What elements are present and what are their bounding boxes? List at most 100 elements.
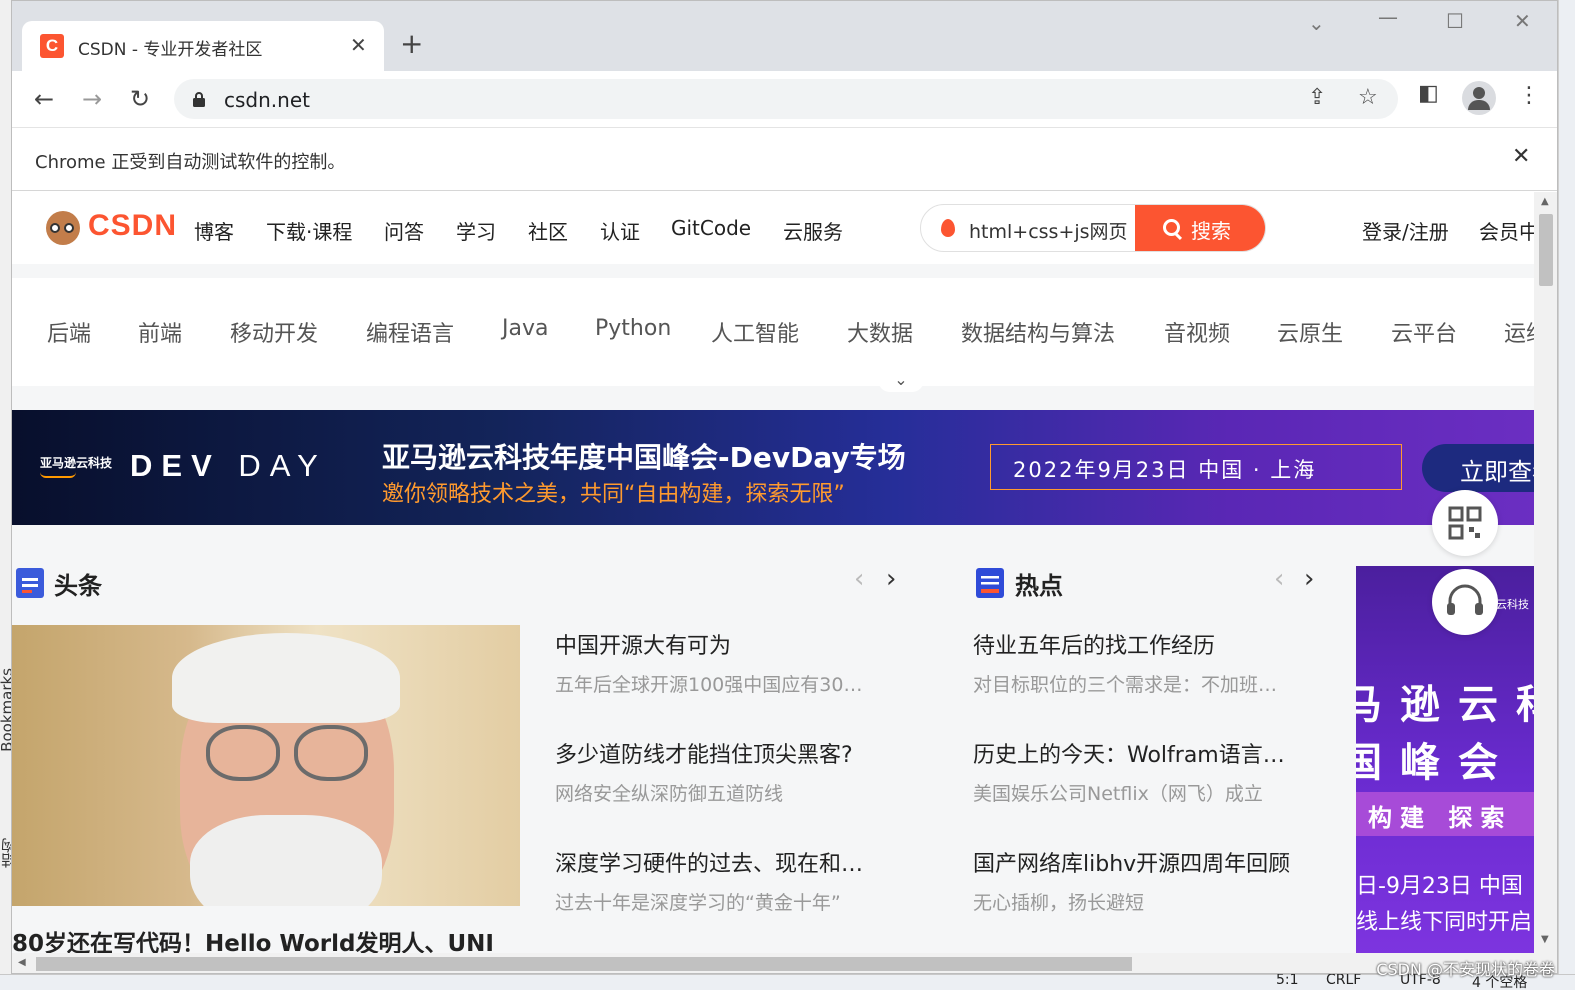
- close-window-button[interactable]: ✕: [1514, 9, 1531, 33]
- hot-item-title[interactable]: 国产网络库libhv开源四周年回顾: [973, 846, 1290, 878]
- forward-icon[interactable]: →: [76, 83, 108, 115]
- url-text: csdn.net: [224, 88, 310, 112]
- reload-icon[interactable]: ↻: [124, 83, 156, 115]
- login-link[interactable]: 登录/注册: [1362, 216, 1449, 245]
- scroll-up-icon[interactable]: ▲: [1541, 196, 1549, 207]
- search-button[interactable]: 搜索: [1135, 205, 1265, 251]
- cat-av[interactable]: 音视频: [1164, 316, 1230, 348]
- ide-status-line-ending[interactable]: CRLF: [1326, 972, 1361, 988]
- banner-devday: DEV DAY: [130, 448, 327, 484]
- csdn-favicon-icon: C: [40, 34, 64, 58]
- cat-cloud-native[interactable]: 云原生: [1277, 316, 1343, 348]
- scroll-down-icon[interactable]: ▼: [1541, 934, 1549, 945]
- banner-date: 2022年9月23日 中国 · 上海: [990, 444, 1402, 490]
- cat-backend[interactable]: 后端: [47, 316, 91, 348]
- browser-toolbar: ← → ↻ csdn.net ⇪ ☆ ◧ ⋮: [12, 71, 1557, 126]
- page-viewport: CSDN 博客 下载·课程 问答 学习 社区 认证 GitCode 云服务 ht…: [12, 192, 1534, 953]
- vertical-scroll-thumb[interactable]: [1539, 214, 1553, 286]
- side-ad-line1: 日-9月23日 中国: [1356, 874, 1523, 899]
- cat-languages[interactable]: 编程语言: [366, 316, 454, 348]
- nav-learn[interactable]: 学习: [456, 216, 496, 245]
- member-link[interactable]: 会员中心: [1479, 216, 1534, 245]
- cat-ops[interactable]: 运维: [1504, 316, 1534, 348]
- profile-icon[interactable]: [1462, 81, 1496, 115]
- headline-item-title[interactable]: 深度学习硬件的过去、现在和…: [555, 846, 863, 878]
- minimize-button[interactable]: —: [1378, 5, 1398, 29]
- cat-frontend[interactable]: 前端: [138, 316, 182, 348]
- ide-right-strip: [1558, 0, 1575, 990]
- side-ad-strip: 构建 探索: [1356, 792, 1534, 836]
- hot-item-title[interactable]: 待业五年后的找工作经历: [973, 628, 1215, 660]
- sidepanel-icon[interactable]: ◧: [1418, 81, 1439, 106]
- back-icon[interactable]: ←: [28, 83, 60, 115]
- devday-banner[interactable]: 亚马逊云科技 DEV DAY 亚马逊云科技年度中国峰会-DevDay专场 邀你领…: [12, 410, 1534, 525]
- new-tab-button[interactable]: +: [400, 29, 423, 59]
- menu-icon[interactable]: ⋮: [1518, 83, 1540, 108]
- hot-list-icon: [976, 568, 1004, 598]
- search-button-label: 搜索: [1191, 219, 1231, 243]
- hot-next-chevron-icon[interactable]: ›: [1304, 564, 1314, 594]
- hot-section-title: 热点: [1015, 572, 1063, 600]
- side-ad-row1: 马逊云科: [1356, 682, 1534, 728]
- search-icon: [1163, 219, 1180, 236]
- site-search: html+css+js网页 搜索: [920, 204, 1266, 252]
- watermark: CSDN @不安现状的卷卷: [1376, 960, 1555, 979]
- cat-algorithms[interactable]: 数据结构与算法: [961, 316, 1115, 348]
- horizontal-scroll-thumb[interactable]: [36, 957, 1132, 971]
- nav-download-course[interactable]: 下载·课程: [266, 216, 352, 245]
- expand-categories-chevron-icon[interactable]: ⌄: [878, 370, 924, 392]
- maximize-button[interactable]: ☐: [1446, 9, 1464, 33]
- cat-bigdata[interactable]: 大数据: [847, 316, 913, 348]
- star-icon[interactable]: ☆: [1358, 85, 1378, 110]
- hot-item-title[interactable]: 历史上的今天：Wolfram语言…: [973, 737, 1285, 769]
- qrcode-icon: [1448, 506, 1482, 540]
- browser-window: C CSDN - 专业开发者社区 ✕ + ⌄ — ☐ ✕ ← → ↻ csdn.…: [11, 0, 1558, 974]
- headline-photo-caption[interactable]: 80岁还在写代码！Hello World发明人、UNI: [12, 924, 494, 953]
- share-icon[interactable]: ⇪: [1308, 85, 1326, 110]
- side-ad-strip-text: 构建 探索: [1368, 804, 1513, 832]
- banner-dev-word: DEV: [130, 448, 221, 483]
- headline-photo[interactable]: [12, 625, 520, 906]
- infobar-text: Chrome 正受到自动测试软件的控制。: [35, 152, 346, 173]
- side-ad-line2: 线上线下同时开启: [1356, 910, 1533, 935]
- nav-cert[interactable]: 认证: [600, 216, 640, 245]
- cat-python[interactable]: Python: [595, 316, 671, 341]
- address-bar[interactable]: csdn.net ⇪ ☆: [174, 79, 1398, 119]
- scroll-left-icon[interactable]: ◀: [18, 957, 26, 968]
- cat-java[interactable]: Java: [502, 316, 548, 341]
- flame-icon: [941, 219, 955, 237]
- cat-cloud-platform[interactable]: 云平台: [1391, 316, 1457, 348]
- logo-mascot-icon: [46, 211, 80, 245]
- headline-item-title[interactable]: 中国开源大有可为: [555, 628, 731, 660]
- banner-cta-button[interactable]: 立即查看: [1422, 444, 1534, 492]
- nav-community[interactable]: 社区: [528, 216, 568, 245]
- tab-search-icon[interactable]: ⌄: [1308, 11, 1325, 35]
- headline-item-title[interactable]: 多少道防线才能挡住顶尖黑客?: [555, 737, 853, 769]
- nav-cloud[interactable]: 云服务: [783, 216, 843, 245]
- cat-ai[interactable]: 人工智能: [711, 316, 799, 348]
- search-input[interactable]: html+css+js网页: [969, 217, 1135, 244]
- nav-blog[interactable]: 博客: [194, 216, 234, 245]
- vertical-scrollbar[interactable]: ▲ ▼: [1534, 192, 1557, 953]
- tab-csdn[interactable]: C CSDN - 专业开发者社区 ✕: [22, 21, 384, 71]
- banner-day-word: DAY: [238, 448, 327, 483]
- hot-prev-chevron-icon[interactable]: ‹: [1274, 564, 1284, 594]
- headline-next-chevron-icon[interactable]: ›: [886, 564, 896, 594]
- support-button[interactable]: [1432, 569, 1498, 635]
- csdn-logo[interactable]: CSDN: [46, 208, 176, 248]
- nav-gitcode[interactable]: GitCode: [671, 216, 751, 240]
- hot-item-sub: 美国娱乐公司Netflix（网飞）成立: [973, 783, 1263, 805]
- headset-icon: [1447, 584, 1483, 615]
- tab-close-icon[interactable]: ✕: [350, 33, 367, 57]
- ide-status-position[interactable]: 5:1: [1276, 972, 1299, 988]
- nav-qa[interactable]: 问答: [384, 216, 424, 245]
- hot-item-sub: 无心插柳，扬长避短: [973, 892, 1145, 914]
- cat-mobile[interactable]: 移动开发: [230, 316, 318, 348]
- side-ad-brand: 云科技: [1496, 598, 1529, 611]
- amazon-smile-icon: [40, 472, 76, 478]
- qrcode-button[interactable]: [1432, 490, 1498, 556]
- headline-item-sub: 网络安全纵深防御五道防线: [555, 783, 784, 805]
- infobar-close-icon[interactable]: ✕: [1512, 144, 1530, 169]
- horizontal-scrollbar[interactable]: ◀: [12, 953, 1557, 973]
- headline-prev-chevron-icon[interactable]: ‹: [854, 564, 864, 594]
